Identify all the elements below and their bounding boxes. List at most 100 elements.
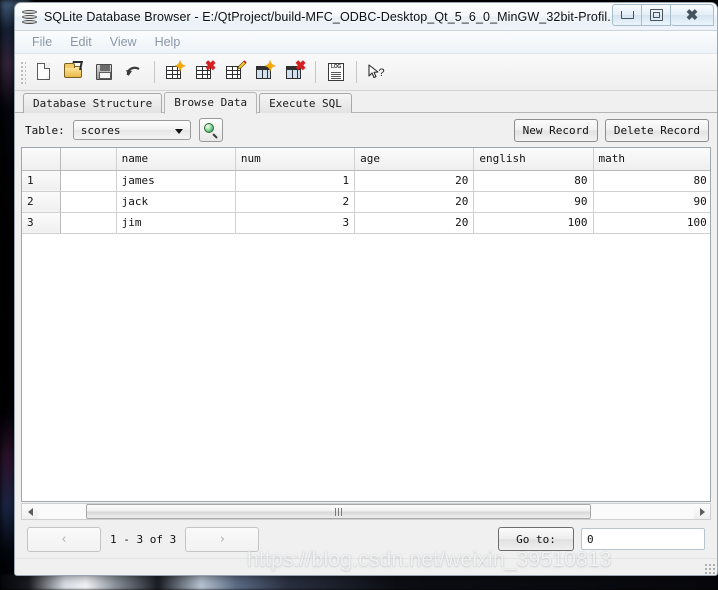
grid-empty-area[interactable]	[22, 234, 710, 502]
scrollbar-thumb[interactable]	[86, 504, 591, 519]
close-icon: ✖	[686, 8, 699, 23]
title-bar: SQLite Database Browser - E:/QtProject/b…	[15, 3, 717, 31]
column-header-math[interactable]: math	[593, 148, 711, 170]
row-header[interactable]: 3	[22, 212, 60, 233]
create-table-button[interactable]: ✦	[160, 57, 190, 87]
minimize-button[interactable]	[612, 4, 642, 26]
svg-text:?: ?	[379, 67, 385, 79]
next-page-button[interactable]: ›	[185, 527, 259, 552]
cell-math[interactable]: 90	[593, 191, 711, 212]
arrow-right-icon	[700, 508, 705, 516]
delete-index-icon: ✖	[284, 61, 306, 83]
row-header[interactable]: 2	[22, 191, 60, 212]
column-header-english[interactable]: english	[474, 148, 593, 170]
cell-blank[interactable]	[60, 191, 116, 212]
record-range-label: 1 - 3 of 3	[110, 533, 176, 546]
goto-button[interactable]: Go to:	[498, 527, 574, 551]
delete-table-icon: ✖	[194, 61, 216, 83]
menu-item-view[interactable]: View	[101, 33, 146, 51]
menu-item-edit[interactable]: Edit	[61, 33, 101, 51]
cell-blank[interactable]	[60, 170, 116, 191]
previous-page-button[interactable]: ‹	[27, 527, 101, 552]
table-select[interactable]: scores	[73, 120, 191, 140]
data-grid[interactable]: name num age english math chinese 1 jame…	[21, 147, 711, 502]
column-header-name[interactable]: name	[116, 148, 235, 170]
column-header-age[interactable]: age	[355, 148, 474, 170]
magnifier-icon	[204, 123, 218, 137]
scroll-right-button[interactable]	[694, 504, 710, 519]
tab-database-structure[interactable]: Database Structure	[23, 93, 162, 113]
browse-data-pane: Table: scores New Record Delete Record	[15, 113, 717, 558]
cell-english[interactable]: 90	[474, 191, 593, 212]
search-button[interactable]	[199, 118, 223, 142]
horizontal-scrollbar[interactable]	[21, 503, 711, 520]
database-icon	[21, 8, 39, 26]
cursor-question-shape: ?	[368, 64, 386, 80]
cell-num[interactable]: 3	[235, 212, 354, 233]
create-table-icon: ✦	[164, 61, 186, 83]
table-row[interactable]: 2 jack 2 20 90 90 90	[22, 191, 711, 212]
cell-age[interactable]: 20	[355, 170, 474, 191]
menu-item-help[interactable]: Help	[146, 33, 190, 51]
scroll-left-button[interactable]	[22, 504, 38, 519]
undo-arrow-shape	[125, 64, 143, 79]
cell-name[interactable]: jack	[116, 191, 235, 212]
row-header[interactable]: 1	[22, 170, 60, 191]
pencil-icon	[236, 60, 247, 71]
undo-button[interactable]	[119, 57, 149, 87]
save-button[interactable]	[89, 57, 119, 87]
menu-bar: File Edit View Help	[15, 31, 717, 54]
tab-execute-sql[interactable]: Execute SQL	[259, 93, 352, 113]
column-header-num[interactable]: num	[235, 148, 354, 170]
minimize-icon	[621, 11, 634, 19]
cell-english[interactable]: 100	[474, 212, 593, 233]
new-record-button[interactable]: New Record	[514, 119, 598, 142]
cell-blank[interactable]	[60, 212, 116, 233]
toolbar-separator-3	[356, 61, 357, 83]
toolbar-drag-handle[interactable]	[19, 60, 26, 84]
delete-table-button[interactable]: ✖	[190, 57, 220, 87]
window-title: SQLite Database Browser - E:/QtProject/b…	[44, 10, 618, 24]
toolbar-separator-2	[315, 61, 316, 83]
cell-age[interactable]: 20	[355, 191, 474, 212]
delete-record-button[interactable]: Delete Record	[605, 119, 709, 142]
close-button[interactable]: ✖	[671, 4, 714, 26]
table-select-value: scores	[81, 124, 121, 137]
toolbar-separator	[154, 61, 155, 83]
cell-math[interactable]: 100	[593, 212, 711, 233]
cell-english[interactable]: 80	[474, 170, 593, 191]
arrow-left-icon	[28, 508, 33, 516]
open-database-button[interactable]	[59, 57, 89, 87]
cell-num[interactable]: 1	[235, 170, 354, 191]
cell-num[interactable]: 2	[235, 191, 354, 212]
cell-name[interactable]: james	[116, 170, 235, 191]
cell-math[interactable]: 80	[593, 170, 711, 191]
application-window: SQLite Database Browser - E:/QtProject/b…	[14, 2, 718, 576]
tab-browse-data[interactable]: Browse Data	[164, 92, 257, 114]
column-header-blank[interactable]	[60, 148, 116, 170]
modify-table-button[interactable]	[220, 57, 250, 87]
window-controls: ✖	[612, 4, 714, 26]
new-database-icon	[33, 61, 55, 83]
cell-age[interactable]: 20	[355, 212, 474, 233]
resize-grip[interactable]	[704, 563, 715, 574]
table-row[interactable]: 1 james 1 20 80 80 80	[22, 170, 711, 191]
whats-this-button[interactable]: ?	[362, 57, 392, 87]
menu-item-file[interactable]: File	[23, 33, 61, 51]
save-icon	[93, 61, 115, 83]
restore-icon	[650, 9, 663, 21]
table-row[interactable]: 3 jim 3 20 100 100 100	[22, 212, 711, 233]
chevron-down-icon	[175, 129, 183, 134]
cell-name[interactable]: jim	[116, 212, 235, 233]
create-index-button[interactable]: ✦	[250, 57, 280, 87]
sql-log-button[interactable]: LOG	[321, 57, 351, 87]
restore-button[interactable]	[642, 4, 671, 26]
delete-index-button[interactable]: ✖	[280, 57, 310, 87]
desktop-taskbar-blur	[0, 574, 718, 590]
scrollbar-track[interactable]	[38, 504, 694, 519]
goto-input[interactable]: 0	[581, 528, 705, 550]
new-database-button[interactable]	[29, 57, 59, 87]
pagination-bar: ‹ 1 - 3 of 3 › Go to: 0	[21, 520, 711, 558]
whats-this-icon: ?	[366, 61, 388, 83]
grid-corner-header[interactable]	[22, 148, 60, 170]
